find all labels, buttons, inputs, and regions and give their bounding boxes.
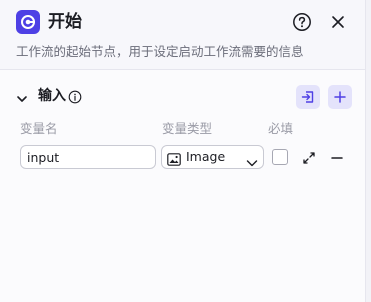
required-checkbox[interactable] [272, 149, 288, 165]
variable-row: Image [0, 145, 365, 171]
variable-type-label: Image [186, 149, 226, 164]
node-description: 工作流的起始节点，用于设定启动工作流需要的信息 [16, 44, 304, 59]
column-header-required: 必填 [268, 121, 294, 136]
image-icon [167, 151, 181, 166]
column-header-name: 变量名 [20, 121, 58, 136]
chevron-down-icon [246, 153, 258, 167]
remove-variable-icon[interactable] [330, 150, 344, 164]
close-icon[interactable] [329, 13, 347, 31]
info-icon[interactable] [68, 89, 82, 104]
column-header-type: 变量类型 [162, 121, 213, 136]
import-icon [301, 91, 314, 103]
expand-arrows-icon[interactable] [302, 150, 316, 164]
panel-header: 开始 工作流的起始节点，用于设定启动工作流需要的信息 [0, 0, 365, 70]
input-section: 输入 变量名 变量类型 必填 input Image [0, 70, 365, 302]
chevron-down-icon[interactable] [16, 90, 28, 102]
section-title: 输入 [38, 88, 66, 104]
page-title: 开始 [48, 12, 82, 32]
start-node-panel: 开始 工作流的起始节点，用于设定启动工作流需要的信息 输入 变量名 变量类型 必… [0, 0, 366, 302]
variable-type-select[interactable]: Image [161, 145, 264, 169]
plus-icon [334, 91, 346, 103]
import-button[interactable] [296, 85, 320, 109]
variable-name-input[interactable] [20, 145, 156, 169]
add-variable-button[interactable] [328, 85, 352, 109]
start-node-icon [16, 10, 40, 34]
question-circle-icon[interactable] [292, 12, 312, 32]
